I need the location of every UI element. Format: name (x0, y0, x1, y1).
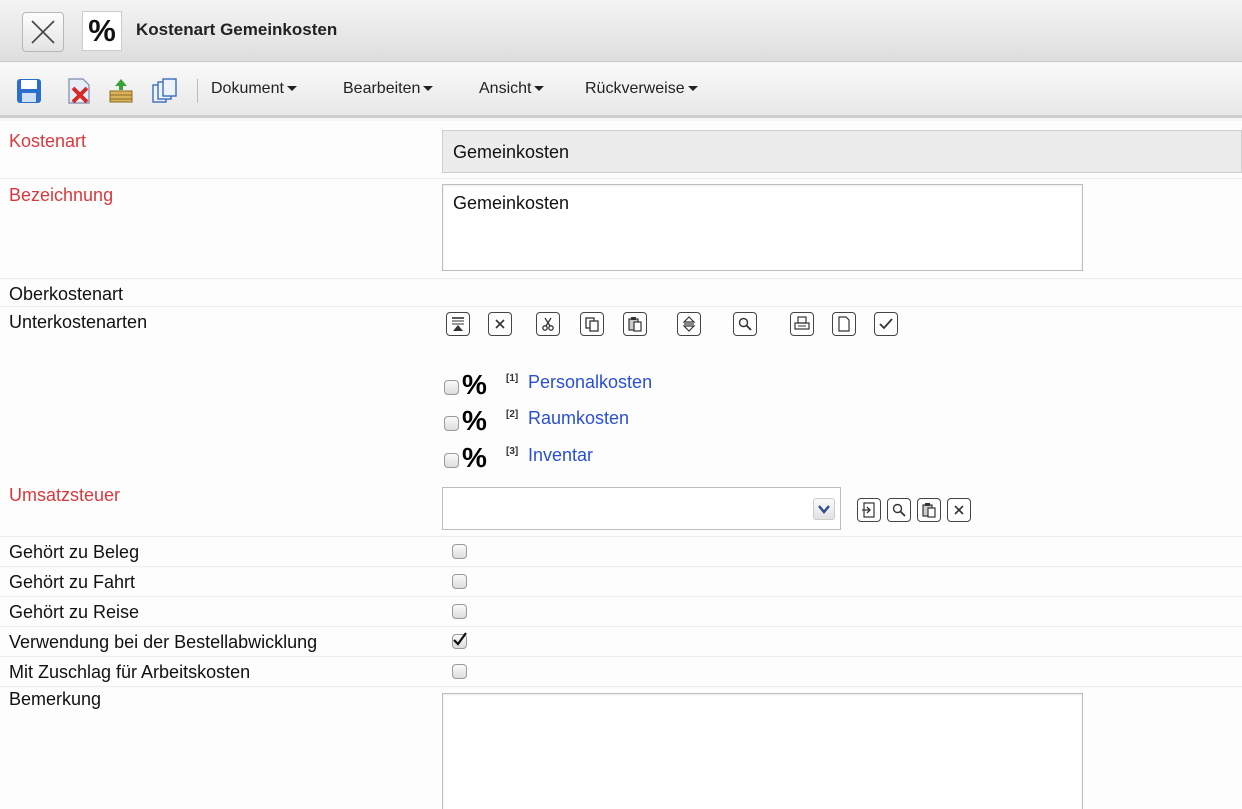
item-link[interactable]: Personalkosten (528, 372, 652, 393)
remove-icon[interactable] (947, 498, 971, 522)
menu-ansicht[interactable]: Ansicht (479, 80, 545, 98)
caret-down-icon (687, 86, 698, 92)
delete-document-icon[interactable] (65, 77, 93, 105)
checkbox-label: Gehört zu Fahrt (9, 572, 136, 592)
label-oberkostenart: Oberkostenart (9, 284, 124, 304)
item-ref: [2] (506, 409, 519, 420)
menu-bearbeiten[interactable]: Bearbeiten (343, 80, 434, 98)
row-bezeichnung: Bezeichnung Gemeinkosten (0, 179, 1242, 279)
row-bestellabwicklung: Verwendung bei der Bestellabwicklung (0, 627, 1242, 657)
kostenart-field: Gemeinkosten (442, 130, 1242, 173)
percent-icon: % (462, 369, 487, 400)
check-icon[interactable] (874, 312, 898, 336)
menu-rueckverweise[interactable]: Rückverweise (585, 80, 698, 98)
item-link[interactable]: Raumkosten (528, 408, 629, 429)
item-checkbox[interactable] (444, 416, 459, 431)
row-gehoert-zu-reise: Gehört zu Reise (0, 597, 1242, 627)
close-x-icon (31, 20, 55, 44)
window-title: Kostenart Gemeinkosten (136, 20, 338, 39)
title-bar: % Kostenart Gemeinkosten (0, 0, 1242, 62)
gehoert-zu-fahrt-checkbox[interactable] (452, 574, 467, 589)
bezeichnung-textarea[interactable]: Gemeinkosten (442, 184, 1083, 271)
label-bezeichnung: Bezeichnung (9, 185, 114, 205)
row-oberkostenart: Oberkostenart (0, 279, 1242, 307)
toolbar-separator (197, 79, 198, 103)
item-checkbox[interactable] (444, 453, 459, 468)
new-document-icon[interactable] (832, 312, 856, 336)
unterkostenarten-toolbar (446, 312, 916, 338)
list-item: % [3] Inventar (444, 442, 704, 476)
search-icon[interactable] (887, 498, 911, 522)
percent-icon: % (462, 405, 487, 436)
cut-icon[interactable] (536, 312, 560, 336)
copy-pages-icon[interactable] (150, 77, 178, 105)
caret-down-icon (286, 86, 297, 92)
chevron-down-icon[interactable] (813, 498, 835, 520)
save-icon[interactable] (15, 77, 43, 105)
move-top-icon[interactable] (446, 312, 470, 336)
label-unterkostenarten: Unterkostenarten (9, 312, 148, 332)
item-checkbox[interactable] (444, 380, 459, 395)
row-gehoert-zu-fahrt: Gehört zu Fahrt (0, 567, 1242, 597)
label-umsatzsteuer: Umsatzsteuer (9, 485, 121, 505)
checkmark-icon (453, 632, 467, 646)
zuschlag-arbeitskosten-checkbox[interactable] (452, 664, 467, 679)
toolbar: Dokument Bearbeiten Ansicht Rückverweise (0, 63, 1242, 118)
item-ref: [3] (506, 446, 519, 457)
print-icon[interactable] (790, 312, 814, 336)
item-ref: [1] (506, 373, 519, 384)
list-item: % [2] Raumkosten (444, 405, 704, 439)
row-zuschlag-arbeitskosten: Mit Zuschlag für Arbeitskosten (0, 657, 1242, 687)
percent-type-icon: % (82, 11, 122, 51)
row-gehoert-zu-beleg: Gehört zu Beleg (0, 537, 1242, 567)
umsatzsteuer-select[interactable] (442, 487, 841, 530)
checkbox-label: Mit Zuschlag für Arbeitskosten (9, 662, 251, 682)
list-item: % [1] Personalkosten (444, 369, 704, 403)
remove-icon[interactable] (488, 312, 512, 336)
checkbox-label: Gehört zu Reise (9, 602, 140, 622)
copy-icon[interactable] (580, 312, 604, 336)
row-kostenart: Kostenart Gemeinkosten (0, 121, 1242, 179)
export-basket-icon[interactable] (107, 77, 135, 105)
open-link-icon[interactable] (857, 498, 881, 522)
form: Kostenart Gemeinkosten Bezeichnung Gemei… (0, 121, 1242, 809)
close-button[interactable] (22, 12, 64, 52)
umsatzsteuer-toolbar (857, 498, 1007, 524)
row-bemerkung: Bemerkung (0, 687, 1242, 809)
gehoert-zu-reise-checkbox[interactable] (452, 604, 467, 619)
checkbox-label: Verwendung bei der Bestellabwicklung (9, 632, 318, 652)
row-unterkostenarten: Unterkostenarten % [1] Personalkosten % … (0, 307, 1242, 483)
item-link[interactable]: Inventar (528, 445, 593, 466)
gehoert-zu-beleg-checkbox[interactable] (452, 544, 467, 559)
bemerkung-textarea[interactable] (442, 693, 1083, 809)
caret-down-icon (423, 86, 434, 92)
paste-icon[interactable] (623, 312, 647, 336)
checkbox-label: Gehört zu Beleg (9, 542, 140, 562)
label-bemerkung: Bemerkung (9, 689, 102, 709)
caret-down-icon (534, 86, 545, 92)
percent-icon: % (462, 442, 487, 473)
label-kostenart: Kostenart (9, 131, 87, 151)
menu-dokument[interactable]: Dokument (211, 80, 297, 98)
search-icon[interactable] (733, 312, 757, 336)
bestellabwicklung-checkbox[interactable] (452, 632, 467, 649)
paste-icon[interactable] (917, 498, 941, 522)
sort-updown-icon[interactable] (677, 312, 701, 336)
